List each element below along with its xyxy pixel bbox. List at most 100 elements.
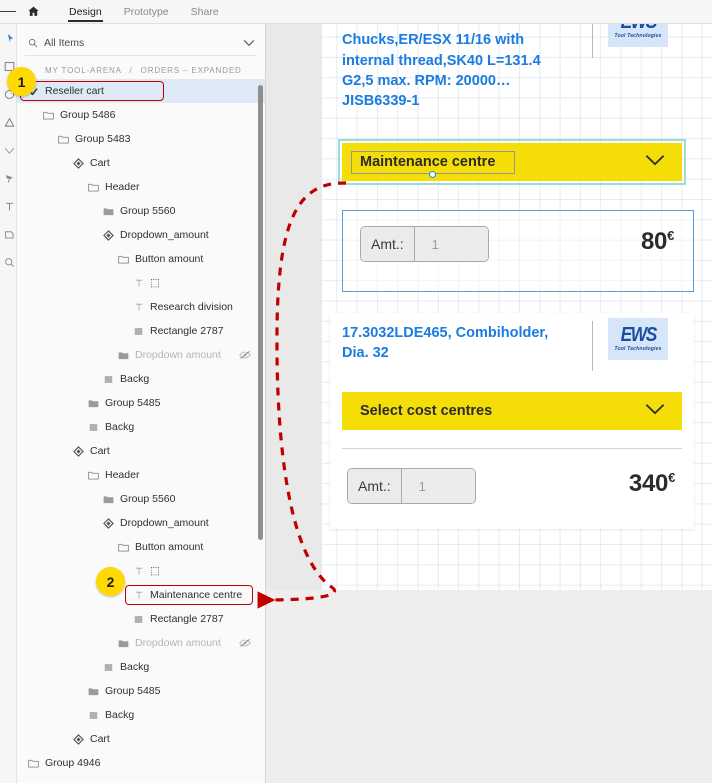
amount-input[interactable]: 1 — [414, 227, 488, 261]
amount-label: Amt.: — [361, 227, 415, 261]
artboard-tool-icon[interactable] — [0, 220, 17, 248]
layer-row[interactable]: Group 5485 — [17, 391, 265, 415]
hamburger-menu-icon[interactable] — [0, 0, 16, 24]
layer-row[interactable]: Backg — [17, 655, 265, 679]
layer-row[interactable]: Cart — [17, 727, 265, 751]
eye-off-icon[interactable] — [239, 343, 251, 367]
search-row[interactable]: All Items — [25, 30, 257, 56]
tab-design[interactable]: Design — [58, 0, 113, 24]
tab-share[interactable]: Share — [180, 0, 230, 24]
line-tool-icon[interactable] — [0, 136, 17, 164]
layer-row[interactable]: Group 5485 — [17, 679, 265, 703]
group-filled-icon — [101, 206, 116, 216]
product-card[interactable]: 698.0201.292 - Collet Chucks,ER/ESX 11/1… — [330, 24, 694, 227]
layer-row[interactable]: Group 4946 — [17, 751, 265, 775]
rectangle-icon — [131, 615, 146, 624]
layer-row[interactable]: Header — [17, 175, 265, 199]
layer-row[interactable]: Group 5560 — [17, 487, 265, 511]
layer-name: Backg — [120, 373, 150, 385]
layer-row[interactable]: Dropdown_amount — [17, 511, 265, 535]
rectangle-icon — [131, 327, 146, 336]
vertical-scrollbar[interactable] — [258, 85, 263, 540]
layer-row[interactable]: ⬚ — [17, 559, 265, 583]
chevron-down-icon[interactable] — [645, 402, 665, 420]
layer-name: Rectangle 2787 — [150, 613, 224, 625]
text-icon — [131, 566, 146, 576]
breadcrumb-current[interactable]: ORDERS – EXPANDED — [141, 66, 242, 75]
breadcrumb-separator: / — [129, 66, 133, 75]
polygon-tool-icon[interactable] — [0, 108, 17, 136]
zoom-tool-icon[interactable] — [0, 248, 17, 276]
layer-row[interactable]: Rectangle 2787 — [17, 607, 265, 631]
layer-row[interactable]: Backg — [17, 415, 265, 439]
quantity-stepper[interactable]: Amt.: 1 — [347, 468, 476, 504]
chevron-down-icon[interactable] — [243, 34, 255, 52]
tab-prototype[interactable]: Prototype — [113, 0, 180, 24]
layer-row[interactable]: Rectangle 2787 — [17, 319, 265, 343]
design-canvas[interactable]: 698.0201.292 - Collet Chucks,ER/ESX 11/1… — [266, 24, 712, 783]
layer-row[interactable]: Group 5486 — [17, 103, 265, 127]
layer-row[interactable]: Dropdown_amount — [17, 223, 265, 247]
cost-centre-dropdown[interactable]: Select cost centres — [342, 392, 682, 430]
pointer-tool-icon[interactable] — [0, 24, 17, 52]
dropdown-value: Select cost centres — [360, 403, 493, 419]
layer-name: Button amount — [135, 253, 204, 265]
breadcrumb-root[interactable]: MY TOOL-ARENA — [45, 66, 121, 75]
layer-row[interactable]: Research division — [17, 295, 265, 319]
price-value: 340€ — [629, 470, 675, 498]
divider — [592, 24, 593, 58]
layer-row[interactable]: Dropdown amount — [17, 631, 265, 655]
group-icon — [41, 110, 56, 120]
group-filled-icon — [86, 398, 101, 408]
rectangle-icon — [101, 663, 116, 672]
group-filled-icon — [86, 686, 101, 696]
price-amount: 80 — [640, 228, 668, 255]
product-title: 698.0201.292 - Collet Chucks,ER/ESX 11/1… — [342, 24, 541, 110]
amount-input[interactable]: 1 — [401, 469, 475, 503]
divider — [342, 448, 682, 449]
rectangle-icon — [101, 375, 116, 384]
layer-row[interactable]: Backg — [17, 703, 265, 727]
logo-tagline: Tool Technologies — [614, 32, 662, 39]
component-icon — [71, 733, 86, 745]
layer-row[interactable]: Group 5560 — [17, 199, 265, 223]
rectangle-icon — [86, 711, 101, 720]
logo-wordmark: EWS — [620, 323, 657, 346]
layer-name: Header — [105, 181, 140, 193]
component-icon — [71, 157, 86, 169]
artboard-reseller-cart[interactable]: 698.0201.292 - Collet Chucks,ER/ESX 11/1… — [322, 24, 712, 590]
layer-row[interactable]: ⬚ — [17, 271, 265, 295]
text-tool-icon[interactable] — [0, 192, 17, 220]
rectangle-icon — [86, 423, 101, 432]
layer-row[interactable]: Reseller cart — [17, 79, 265, 103]
layer-row[interactable]: Group 5483 — [17, 127, 265, 151]
layer-row[interactable]: Header — [17, 463, 265, 487]
layer-name: Group 5560 — [120, 493, 176, 505]
search-input[interactable]: All Items — [44, 37, 243, 49]
layer-row[interactable]: Cart — [17, 151, 265, 175]
selection-handle[interactable] — [429, 171, 436, 178]
amount-label: Amt.: — [348, 469, 402, 503]
layer-name: Rectangle 2787 — [150, 325, 224, 337]
product-card[interactable]: 17.3032LDE465, Combiholder, Dia. 32 EWS … — [330, 313, 694, 529]
layer-name: Group 5485 — [105, 685, 161, 697]
layer-row[interactable]: Cart — [17, 439, 265, 463]
layer-name: Cart — [90, 733, 110, 745]
pen-tool-icon[interactable] — [0, 164, 17, 192]
tool-rail — [0, 24, 17, 783]
group-icon — [116, 254, 131, 264]
layer-row[interactable]: Backg — [17, 367, 265, 391]
amount-row-selection[interactable]: Amt.: 1 80€ — [342, 210, 694, 292]
quantity-stepper[interactable]: Amt.: 1 — [360, 226, 489, 262]
brand-logo: EWS Tool Technologies — [608, 318, 668, 360]
layer-row[interactable]: Maintenance centre — [17, 583, 265, 607]
eye-off-icon[interactable] — [239, 631, 251, 655]
home-icon[interactable] — [16, 0, 50, 24]
layer-row[interactable]: Button amount — [17, 535, 265, 559]
layer-name: Group 5486 — [60, 109, 116, 121]
layer-row[interactable]: Button amount — [17, 247, 265, 271]
layer-row[interactable]: Dropdown amount — [17, 343, 265, 367]
layer-name: Dropdown_amount — [120, 229, 209, 241]
group-filled-icon — [116, 638, 131, 648]
layers-panel: All Items MY TOOL-ARENA / ORDERS – EXPAN… — [17, 24, 266, 783]
